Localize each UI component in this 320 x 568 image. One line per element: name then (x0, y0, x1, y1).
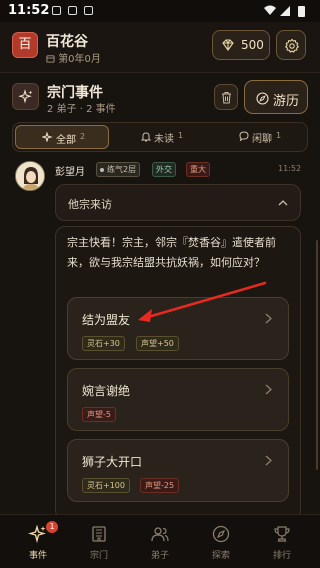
compass-icon (212, 525, 230, 543)
events-subtitle: 2 弟子 · 2 事件 (47, 104, 116, 115)
nav-ranking[interactable]: 排行 (250, 515, 314, 568)
choice-decline[interactable]: 婉言谢绝 声望-5 (67, 368, 289, 431)
notification-icon-2 (68, 6, 77, 15)
tab-chat-count: 1 (276, 131, 282, 140)
tab-all[interactable]: 全部 2 (15, 125, 109, 149)
tab-chat[interactable]: 闲聊 1 (211, 125, 305, 149)
event-title: 他宗来访 (68, 198, 112, 211)
chevron-right-icon (265, 455, 272, 466)
tab-all-label: 全部 (56, 135, 76, 146)
spirit-stone-value: 500 (241, 38, 264, 52)
nav-events-label: 事件 (28, 551, 47, 561)
disciple-portrait (16, 162, 44, 190)
effect-chip: 声望-5 (82, 407, 116, 422)
tab-unread-count: 1 (178, 131, 184, 140)
notification-icon-3 (84, 6, 93, 15)
sect-logo[interactable]: 百 (12, 32, 38, 58)
app-header: 百 百花谷 第0年0月 500 (0, 22, 320, 72)
clear-events-button[interactable] (214, 84, 238, 110)
nav-explore[interactable]: 探索 (189, 515, 253, 568)
type-badge: 外交 (152, 162, 176, 177)
nav-disciples[interactable]: 弟子 (128, 515, 192, 568)
avatar[interactable] (15, 161, 45, 191)
effect-chip: 声望+50 (136, 336, 179, 351)
events-icon-box (12, 83, 39, 110)
chevron-right-icon (265, 313, 272, 324)
users-icon (151, 527, 169, 542)
nav-ranking-label: 排行 (272, 551, 291, 561)
sparkle-icon (42, 132, 53, 142)
wifi-icon (264, 5, 276, 15)
sect-time: 第0年0月 (46, 50, 101, 65)
calendar-icon (46, 55, 55, 63)
choice-label: 结为盟友 (82, 313, 131, 327)
diamond-icon (222, 39, 234, 51)
scroll-edge (316, 240, 318, 470)
event-title-card[interactable]: 他宗来访 (55, 184, 301, 221)
status-icons (264, 5, 305, 17)
nav-sect[interactable]: 宗门 (67, 515, 131, 568)
settings-button[interactable] (276, 30, 306, 60)
tab-unread[interactable]: 未读 1 (111, 125, 209, 149)
tab-chat-label: 闲聊 (252, 134, 272, 145)
sparkle-icon (18, 89, 33, 104)
message-time: 11:52 (278, 164, 302, 173)
nav-disciples-label: 弟子 (150, 551, 169, 561)
effect-chip: 声望-25 (140, 478, 180, 493)
travel-button[interactable]: 游历 (244, 80, 308, 114)
header-divider (0, 72, 320, 73)
effect-chip: 灵石+30 (82, 336, 125, 351)
level-badge: 重大 (186, 162, 210, 177)
building-icon (92, 526, 106, 542)
bell-icon (141, 132, 151, 142)
chat-bubble-icon (239, 131, 249, 141)
nav-events-badge: 1 (46, 521, 58, 533)
notification-icon (52, 6, 61, 15)
sparkle-icon (28, 524, 46, 544)
events-title: 宗门事件 (47, 85, 103, 101)
event-body-text: 宗主快看！宗主，邻宗『焚香谷』遣使者前来，欲与我宗结盟共抗妖祸，如何应对？ (67, 236, 276, 269)
sect-name: 百花谷 (46, 34, 88, 50)
gear-icon (284, 38, 300, 53)
effect-chip: 灵石+100 (82, 478, 130, 493)
tab-unread-label: 未读 (154, 134, 174, 145)
choice-ally[interactable]: 结为盟友 灵石+30 声望+50 (67, 297, 289, 360)
choice-demand[interactable]: 狮子大开口 灵石+100 声望-25 (67, 439, 289, 502)
signal-icon (280, 6, 290, 16)
realm-badge: 练气2层 (96, 162, 141, 177)
battery-icon (298, 6, 305, 17)
nav-sect-label: 宗门 (89, 551, 108, 561)
choice-label: 狮子大开口 (82, 455, 143, 469)
spirit-stone-counter[interactable]: 500 (212, 30, 270, 60)
status-time: 11:52 (8, 3, 50, 18)
status-bar: 11:52 (0, 0, 320, 22)
filter-tabs: 全部 2 未读 1 闲聊 1 (12, 122, 308, 152)
realm-label: 练气2层 (107, 165, 137, 174)
nav-explore-label: 探索 (211, 551, 230, 561)
tab-all-count: 2 (80, 132, 86, 141)
trophy-icon (274, 526, 290, 542)
choice-label: 婉言谢绝 (82, 384, 131, 398)
sect-time-label: 第0年0月 (58, 54, 101, 65)
travel-label: 游历 (273, 94, 300, 109)
sender-name: 彭望月 (55, 167, 85, 178)
trash-icon (222, 92, 231, 104)
chevron-up-icon (278, 200, 288, 206)
bottom-nav: 1 事件 宗门 弟子 探索 排行 (0, 514, 320, 568)
compass-icon (256, 92, 269, 105)
nav-events[interactable]: 1 事件 (6, 515, 70, 568)
realm-dot (100, 167, 104, 172)
chevron-right-icon (265, 384, 272, 395)
